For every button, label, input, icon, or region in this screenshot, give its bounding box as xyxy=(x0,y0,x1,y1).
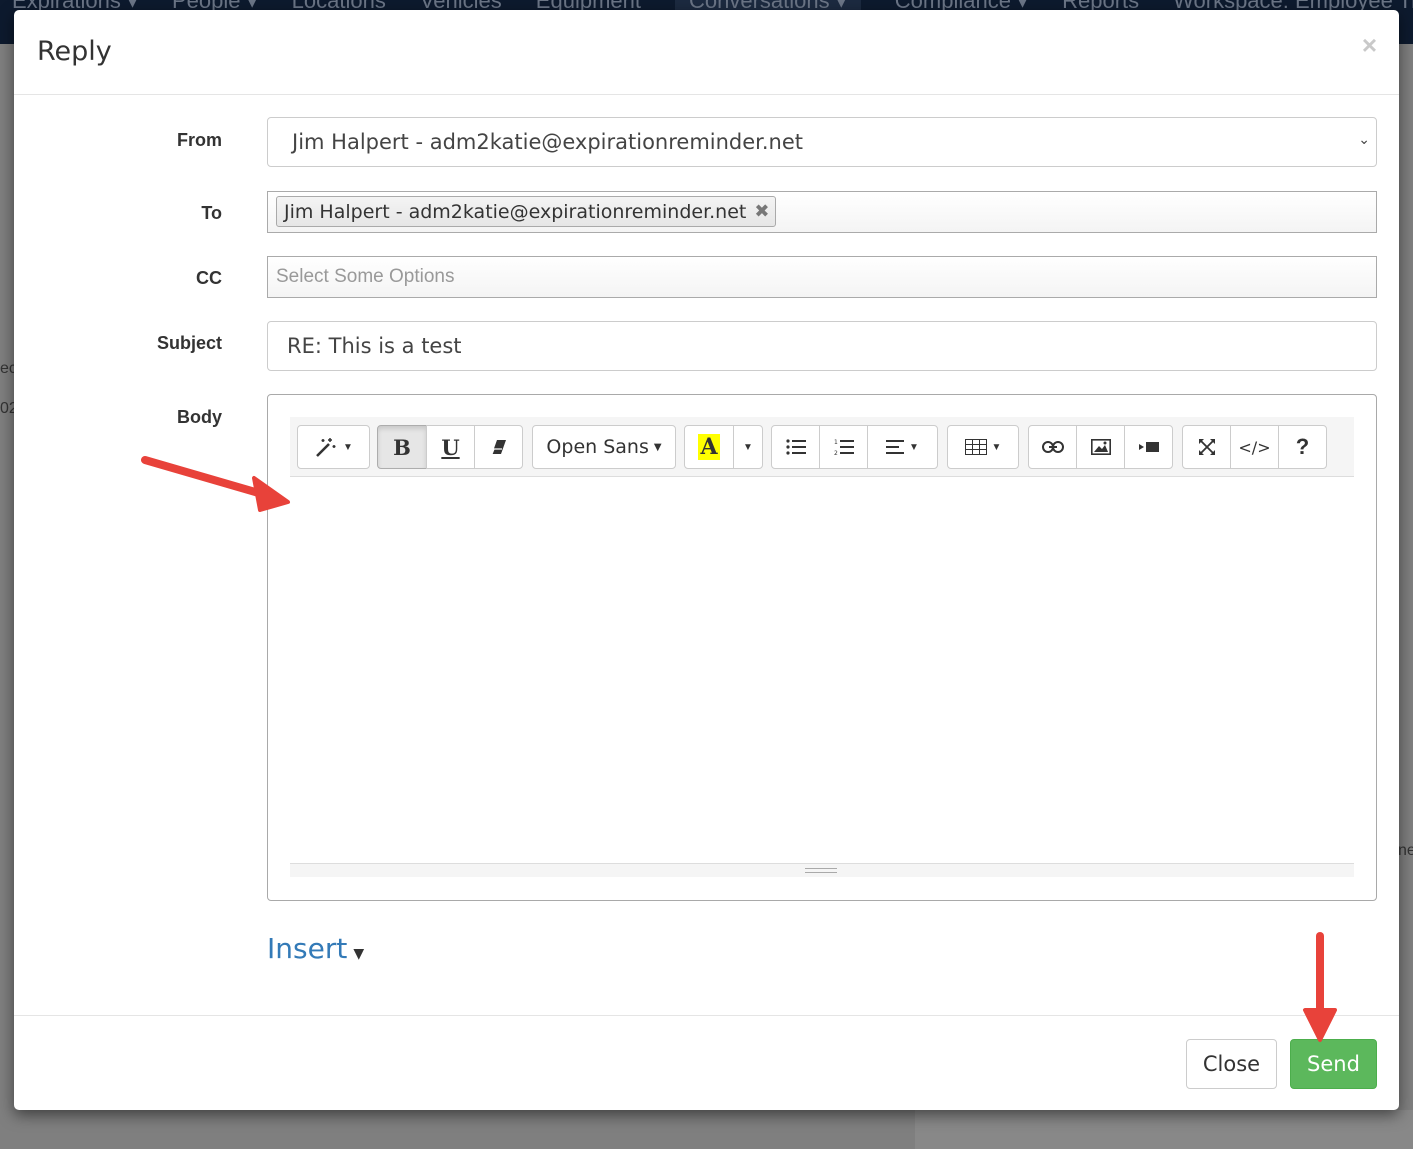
close-icon[interactable]: × xyxy=(1362,32,1377,58)
eraser-icon xyxy=(490,440,506,455)
background-edge-text: ne xyxy=(1398,842,1413,859)
video-icon xyxy=(1138,442,1159,452)
bold-button[interactable]: B xyxy=(377,425,427,469)
fullscreen-icon xyxy=(1198,439,1215,455)
reply-modal: Reply × From Jim Halpert - adm2katie@exp… xyxy=(14,10,1399,1110)
subject-value: RE: This is a test xyxy=(287,334,462,358)
cc-placeholder: Select Some Options xyxy=(276,266,455,287)
modal-title: Reply xyxy=(37,36,112,67)
to-field[interactable]: Jim Halpert - adm2katie@expirationremind… xyxy=(267,191,1377,233)
font-style-group: B U xyxy=(377,425,523,469)
code-icon: </> xyxy=(1238,437,1271,457)
recipient-tag: Jim Halpert - adm2katie@expirationremind… xyxy=(276,196,777,227)
modal-footer: Close Send xyxy=(14,1015,1399,1110)
cc-field[interactable]: Select Some Options xyxy=(267,256,1377,298)
table-button[interactable]: ▼ xyxy=(947,425,1019,469)
image-button[interactable] xyxy=(1076,425,1125,469)
numbered-list-icon: 12 xyxy=(834,439,854,456)
body-editor: ▼ B U Open Sans ▼ A ▼ 1 2 ▼ ▼ </> ? xyxy=(267,394,1377,901)
insert-group xyxy=(1028,425,1173,469)
background-panel xyxy=(915,1110,1413,1149)
caret-icon: ▼ xyxy=(343,441,353,453)
remove-tag-icon[interactable]: ✖ xyxy=(754,201,769,222)
subject-label: Subject xyxy=(156,333,222,353)
ordered-list-button[interactable]: 12 xyxy=(819,425,868,469)
insert-dropdown[interactable]: Insert ▼ xyxy=(267,932,364,965)
font-name-button[interactable]: Open Sans ▼ xyxy=(532,425,676,469)
body-label: Body xyxy=(177,407,222,427)
svg-text:1: 1 xyxy=(834,439,838,446)
link-button[interactable] xyxy=(1028,425,1077,469)
view-group: </> ? xyxy=(1182,425,1327,469)
send-button[interactable]: Send xyxy=(1290,1039,1377,1089)
clear-format-button[interactable] xyxy=(474,425,523,469)
paragraph-group: 12 ▼ xyxy=(771,425,938,469)
body-editable-area[interactable] xyxy=(290,477,1354,863)
modal-header: Reply × xyxy=(14,10,1399,95)
caret-down-icon: ▼ xyxy=(353,946,365,962)
highlight-color-button[interactable]: A xyxy=(684,425,734,469)
table-group: ▼ xyxy=(947,425,1019,469)
color-dropdown-button[interactable]: ▼ xyxy=(733,425,763,469)
style-group: ▼ xyxy=(297,425,370,469)
insert-label: Insert xyxy=(267,932,348,965)
caret-icon: ▼ xyxy=(909,441,919,453)
font-name-value: Open Sans xyxy=(546,436,649,458)
from-label: From xyxy=(177,130,222,150)
editor-resize-bar[interactable] xyxy=(290,863,1354,877)
chevron-down-icon: ⌄ xyxy=(1358,132,1370,148)
close-button[interactable]: Close xyxy=(1186,1039,1277,1089)
unordered-list-button[interactable] xyxy=(771,425,820,469)
code-view-button[interactable]: </> xyxy=(1230,425,1279,469)
subject-input[interactable]: RE: This is a test xyxy=(267,321,1377,371)
underline-button[interactable]: U xyxy=(426,425,475,469)
caret-icon: ▼ xyxy=(991,441,1002,453)
table-icon xyxy=(964,439,987,455)
style-button[interactable]: ▼ xyxy=(297,425,370,469)
color-group: A ▼ xyxy=(684,425,763,469)
caret-icon: ▼ xyxy=(743,441,753,453)
recipient-tag-text: Jim Halpert - adm2katie@expirationremind… xyxy=(284,200,747,223)
magic-wand-icon xyxy=(316,438,336,457)
help-icon: ? xyxy=(1295,434,1310,459)
from-select-value: Jim Halpert - adm2katie@expirationremind… xyxy=(292,130,804,154)
bullet-list-icon xyxy=(785,439,806,455)
highlight-color-icon: A xyxy=(698,434,720,460)
align-button[interactable]: ▼ xyxy=(867,425,938,469)
link-icon xyxy=(1041,441,1064,453)
from-select[interactable]: Jim Halpert - adm2katie@expirationremind… xyxy=(267,117,1377,167)
to-label: To xyxy=(201,203,222,223)
image-icon xyxy=(1090,439,1111,455)
fullscreen-button[interactable] xyxy=(1182,425,1231,469)
caret-icon: ▼ xyxy=(653,441,662,453)
cc-label: CC xyxy=(196,268,222,288)
svg-text:2: 2 xyxy=(834,450,838,456)
resize-grip-icon xyxy=(805,868,837,873)
help-button[interactable]: ? xyxy=(1278,425,1327,469)
align-left-icon xyxy=(886,440,905,454)
editor-toolbar: ▼ B U Open Sans ▼ A ▼ 1 2 ▼ ▼ </> ? xyxy=(290,417,1354,477)
font-name-group: Open Sans ▼ xyxy=(532,425,676,469)
video-button[interactable] xyxy=(1124,425,1173,469)
